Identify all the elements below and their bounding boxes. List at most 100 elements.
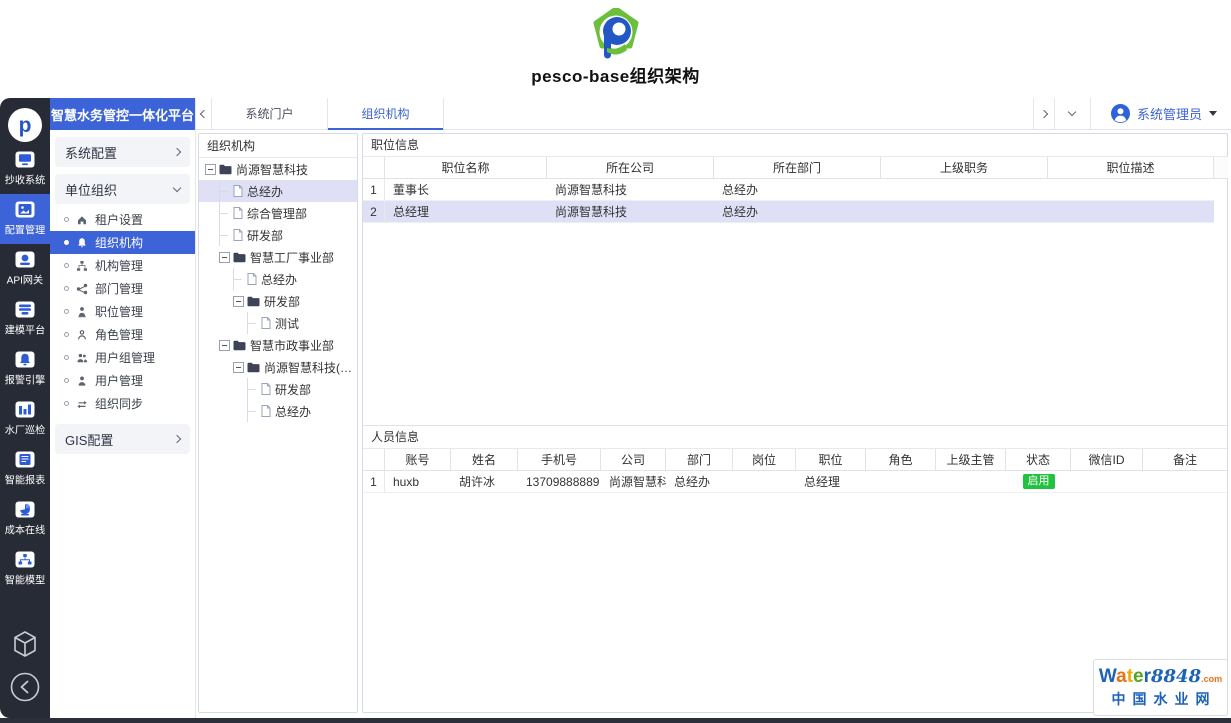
file-icon — [261, 383, 271, 395]
user-menu[interactable]: 系统管理员 — [1091, 98, 1231, 129]
report-icon — [15, 451, 35, 468]
nav-item-org-structure[interactable]: 组织机构 — [50, 231, 195, 254]
org-tree-panel: 组织机构 尚源智慧科技 总经办 综合管理部 研发部 智慧工厂事业部 — [198, 133, 358, 713]
app-rail: p 抄收系统 配置管理 API网关 建模平台 报警引擎 水厂巡检 智能报表 — [0, 98, 50, 718]
tree-connector — [219, 202, 230, 224]
tree-connector — [219, 224, 230, 246]
bullet-icon — [64, 217, 69, 222]
rail-item-cost-online[interactable]: 成本在线 — [0, 494, 50, 544]
share-nodes-icon — [76, 283, 88, 295]
position-table-row-selected[interactable]: 2 总经理 尚源智慧科技 总经办 — [363, 201, 1227, 223]
tree-connector — [247, 312, 258, 334]
folder-icon — [233, 340, 246, 351]
tab-bar: 系统门户 组织机构 系统管理员 — [196, 98, 1231, 130]
nav-item-list: 租户设置 组织机构 机构管理 部门管理 职位管理 — [50, 204, 195, 417]
rail-item-plant-inspection[interactable]: 水厂巡检 — [0, 394, 50, 444]
hierarchy-icon — [15, 551, 35, 568]
column-header: 姓名 — [451, 449, 518, 471]
rail-item-meter-reading[interactable]: 抄收系统 — [0, 144, 50, 194]
tree-node[interactable]: 智慧市政事业部 — [199, 334, 357, 356]
tree-node[interactable]: 总经办 — [199, 400, 357, 422]
nav-group-gis-config[interactable]: GIS配置 — [55, 424, 190, 454]
tree-panel-title: 组织机构 — [199, 134, 357, 158]
tree-node[interactable]: 尚源智慧科技 — [199, 158, 357, 180]
tree-node-selected[interactable]: 总经办 — [199, 180, 357, 202]
file-icon — [261, 405, 271, 417]
personnel-section-title: 人员信息 — [363, 426, 1227, 449]
nav-item-user-management[interactable]: 用户管理 — [50, 369, 195, 392]
nav-item-user-group-management[interactable]: 用户组管理 — [50, 346, 195, 369]
tree-node[interactable]: 测试 — [199, 312, 357, 334]
tabs-scroll-right-button[interactable] — [1033, 98, 1055, 129]
folder-icon — [247, 296, 260, 307]
column-header: 岗位 — [733, 449, 796, 471]
tree-node[interactable]: 研发部 — [199, 290, 357, 312]
rail-item-config-management[interactable]: 配置管理 — [0, 194, 50, 244]
index-header-cell — [363, 157, 385, 179]
role-person-icon — [76, 329, 88, 341]
page-title: pesco-base组织架构 — [0, 62, 1231, 87]
folder-icon — [233, 252, 246, 263]
page-header: pesco-base组织架构 — [0, 0, 1231, 98]
water8848-watermark: Water 8848 .com 中国水业网 — [1093, 659, 1228, 716]
nav-item-role-management[interactable]: 角色管理 — [50, 323, 195, 346]
tab-org-structure[interactable]: 组织机构 — [328, 98, 444, 129]
position-table-row[interactable]: 1 董事长 尚源智慧科技 总经办 — [363, 179, 1227, 201]
tree-node[interactable]: 总经办 — [199, 268, 357, 290]
tab-system-portal[interactable]: 系统门户 — [212, 98, 328, 129]
tree-node[interactable]: 研发部 — [199, 378, 357, 400]
position-person-icon — [76, 306, 88, 318]
bullet-icon — [64, 263, 69, 268]
watermark-logo: Water 8848 .com — [1099, 667, 1222, 686]
position-info-section: 职位信息 职位名称 所在公司 所在部门 上级职务 职位描述 1 董事长 尚源智慧… — [363, 134, 1227, 426]
bullet-icon — [64, 309, 69, 314]
user-name: 系统管理员 — [1137, 104, 1202, 123]
nav-group-system-config[interactable]: 系统配置 — [55, 137, 190, 167]
column-header: 公司 — [601, 449, 666, 471]
tree-node[interactable]: 尚源智慧科技(武汉) — [199, 356, 357, 378]
caret-down-icon — [1209, 111, 1217, 116]
rail-logo-icon: p — [8, 108, 42, 142]
collapse-sidebar-button[interactable] — [10, 672, 40, 702]
tree-node[interactable]: 智慧工厂事业部 — [199, 246, 357, 268]
rail-item-alarm-engine[interactable]: 报警引擎 — [0, 344, 50, 394]
folder-icon — [247, 362, 260, 373]
alarm-icon — [15, 351, 35, 368]
rail-item-modeling-platform[interactable]: 建模平台 — [0, 294, 50, 344]
position-table-header: 职位名称 所在公司 所在部门 上级职务 职位描述 — [363, 157, 1227, 179]
cube-icon[interactable] — [12, 630, 38, 658]
avatar-icon — [1111, 104, 1130, 123]
nav-item-org-sync[interactable]: 组织同步 — [50, 392, 195, 415]
tabs-scroll-left-button[interactable] — [196, 98, 212, 129]
nav-item-position-management[interactable]: 职位管理 — [50, 300, 195, 323]
tree-connector — [219, 180, 230, 202]
chevron-right-icon — [1040, 109, 1048, 117]
rail-item-api-gateway[interactable]: API网关 — [0, 244, 50, 294]
column-header: 部门 — [666, 449, 733, 471]
nav-sidebar: 智慧水务管控一体化平台 系统配置 单位组织 租户设置 组织机构 机 — [50, 98, 196, 718]
pie-chart-icon — [15, 501, 35, 518]
rail-item-smart-report[interactable]: 智能报表 — [0, 444, 50, 494]
nav-item-department-management[interactable]: 部门管理 — [50, 277, 195, 300]
nav-group-unit-org[interactable]: 单位组织 — [55, 174, 190, 204]
file-icon — [247, 273, 257, 285]
nav-item-tenant-settings[interactable]: 租户设置 — [50, 208, 195, 231]
personnel-table-row[interactable]: 1 huxb 胡许冰 13709888889 尚源智慧科技 总经办 总经理 启用 — [363, 471, 1227, 493]
collapse-toggle-icon[interactable] — [219, 252, 230, 263]
nav-item-institution-management[interactable]: 机构管理 — [50, 254, 195, 277]
tree-node[interactable]: 研发部 — [199, 224, 357, 246]
collapse-toggle-icon[interactable] — [205, 164, 216, 175]
bullet-icon — [64, 332, 69, 337]
collapse-toggle-icon[interactable] — [233, 296, 244, 307]
chevron-right-icon — [173, 148, 181, 156]
collapse-toggle-icon[interactable] — [219, 340, 230, 351]
collapse-toggle-icon[interactable] — [233, 362, 244, 373]
column-header: 职位描述 — [1048, 157, 1214, 179]
rail-item-smart-model[interactable]: 智能模型 — [0, 544, 50, 594]
tree-connector — [247, 378, 258, 400]
tree-node[interactable]: 综合管理部 — [199, 202, 357, 224]
tabs-dropdown-button[interactable] — [1055, 98, 1091, 129]
column-header: 所在公司 — [547, 157, 714, 179]
column-header: 备注 — [1143, 449, 1227, 471]
user-icon — [76, 375, 88, 387]
